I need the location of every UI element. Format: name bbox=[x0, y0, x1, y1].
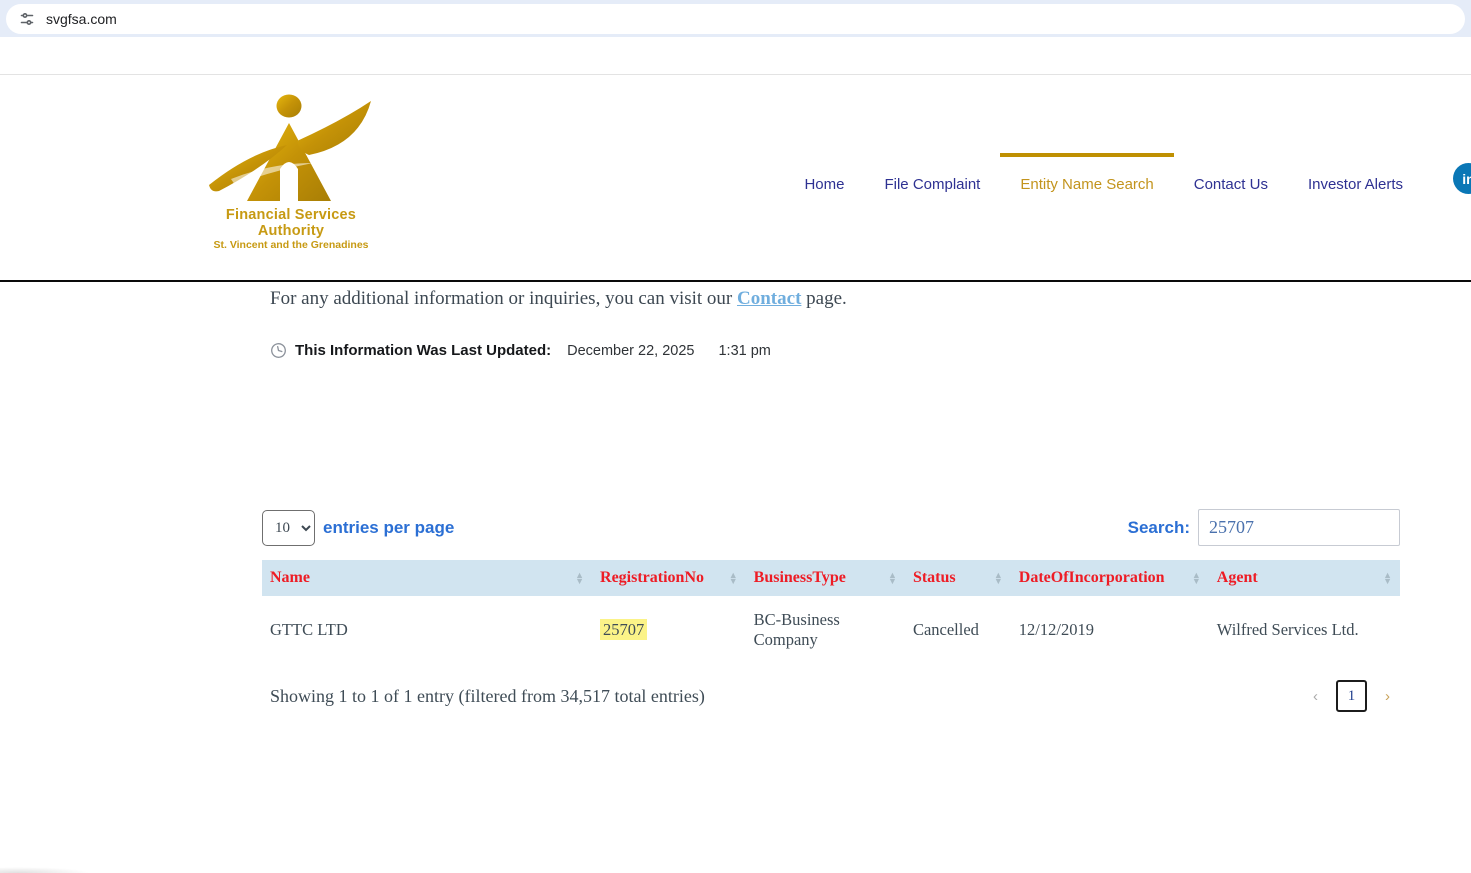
entries-per-page-label: entries per page bbox=[323, 517, 455, 537]
logo-subtitle: St. Vincent and the Grenadines bbox=[213, 239, 369, 251]
nav-item-home[interactable]: Home bbox=[784, 153, 864, 211]
sort-arrows-icon[interactable]: ▲ ▼ bbox=[1192, 571, 1201, 586]
nav-item-entity-name-search[interactable]: Entity Name Search bbox=[1000, 153, 1174, 211]
search-group: Search: bbox=[1128, 509, 1400, 546]
logo-title: Financial Services Authority bbox=[225, 207, 357, 239]
pagination-page-1-button[interactable]: 1 bbox=[1336, 680, 1367, 712]
info-text-after: page. bbox=[801, 288, 847, 309]
cell-name: GTTC LTD bbox=[270, 620, 348, 639]
cell-registration-no: 25707 bbox=[592, 596, 746, 666]
results-summary: Showing 1 to 1 of 1 entry (filtered from… bbox=[270, 685, 705, 706]
last-updated-date: December 22, 2025 bbox=[567, 342, 695, 359]
column-header-agent[interactable]: Agent ▲ ▼ bbox=[1208, 560, 1400, 596]
sort-arrows-icon[interactable]: ▲ ▼ bbox=[994, 571, 1003, 586]
info-text-before: For any additional information or inquir… bbox=[270, 288, 738, 309]
bottom-left-shadow bbox=[0, 867, 90, 873]
search-label: Search: bbox=[1127, 517, 1190, 537]
nav-item-file-complaint[interactable]: File Complaint bbox=[864, 153, 1000, 211]
fsa-logo[interactable]: Financial Services Authority St. Vincent… bbox=[196, 93, 386, 251]
fsa-logo-figure-icon bbox=[209, 94, 371, 201]
last-updated-time: 1:31 pm bbox=[718, 342, 771, 359]
main-navigation: Home File Complaint Entity Name Search C… bbox=[784, 153, 1423, 211]
table-header-row: Name ▲ ▼ RegistrationNo ▲ ▼ BusinessType ▲… bbox=[262, 560, 1400, 596]
sort-arrows-icon[interactable]: ▲ ▼ bbox=[1383, 571, 1392, 586]
last-updated-row: This Information Was Last Updated: Decem… bbox=[270, 342, 1400, 359]
cell-status: Cancelled bbox=[912, 620, 979, 639]
sort-arrows-icon[interactable]: ▲ ▼ bbox=[575, 571, 584, 586]
table-controls: 10 entries per page Search: bbox=[262, 509, 1400, 546]
page-top-spacer bbox=[0, 37, 1471, 75]
pagination: ‹ 1 › bbox=[1303, 680, 1400, 712]
entity-results-table: Name ▲ ▼ RegistrationNo ▲ ▼ BusinessType ▲… bbox=[262, 560, 1400, 666]
table-row: GTTC LTD 25707 BC-Business Company Cance… bbox=[262, 596, 1400, 666]
nav-item-contact-us[interactable]: Contact Us bbox=[1174, 153, 1288, 211]
pagination-prev-button[interactable]: ‹ bbox=[1303, 684, 1328, 709]
clock-icon bbox=[271, 343, 286, 358]
column-header-dateofincorporation[interactable]: DateOfIncorporation ▲ ▼ bbox=[1010, 560, 1209, 596]
last-updated-label: This Information Was Last Updated: bbox=[295, 342, 552, 359]
table-footer: Showing 1 to 1 of 1 entry (filtered from… bbox=[262, 680, 1400, 712]
cell-agent: Wilfred Services Ltd. bbox=[1216, 620, 1359, 639]
main-content: For any additional information or inquir… bbox=[0, 282, 1471, 712]
entries-per-page-select[interactable]: 10 bbox=[262, 509, 315, 546]
nav-item-investor-alerts[interactable]: Investor Alerts bbox=[1288, 153, 1423, 211]
search-input[interactable] bbox=[1198, 509, 1400, 546]
column-header-name[interactable]: Name ▲ ▼ bbox=[262, 560, 593, 596]
pagination-next-button[interactable]: › bbox=[1375, 684, 1400, 709]
column-header-registrationno[interactable]: RegistrationNo ▲ ▼ bbox=[592, 560, 746, 596]
sort-arrows-icon[interactable]: ▲ ▼ bbox=[888, 571, 897, 586]
url-omnibox[interactable]: svgfsa.com bbox=[6, 3, 1465, 34]
column-header-businesstype[interactable]: BusinessType ▲ ▼ bbox=[745, 560, 905, 596]
site-settings-sliders-icon[interactable] bbox=[18, 10, 36, 28]
sort-arrows-icon[interactable]: ▲ ▼ bbox=[729, 571, 738, 586]
cell-business-type: BC-Business Company bbox=[753, 610, 840, 649]
column-header-status[interactable]: Status ▲ ▼ bbox=[904, 560, 1011, 596]
entries-per-page-group: 10 entries per page bbox=[262, 509, 455, 546]
browser-address-bar: svgfsa.com bbox=[0, 0, 1471, 37]
additional-info-text: For any additional information or inquir… bbox=[262, 282, 1400, 310]
contact-link[interactable]: Contact bbox=[737, 288, 801, 309]
search-match-highlight: 25707 bbox=[600, 619, 648, 640]
site-header: Financial Services Authority St. Vincent… bbox=[0, 75, 1471, 282]
linkedin-icon[interactable]: in bbox=[1453, 163, 1471, 194]
cell-date-of-incorporation: 12/12/2019 bbox=[1018, 620, 1094, 639]
url-text[interactable]: svgfsa.com bbox=[46, 11, 117, 27]
